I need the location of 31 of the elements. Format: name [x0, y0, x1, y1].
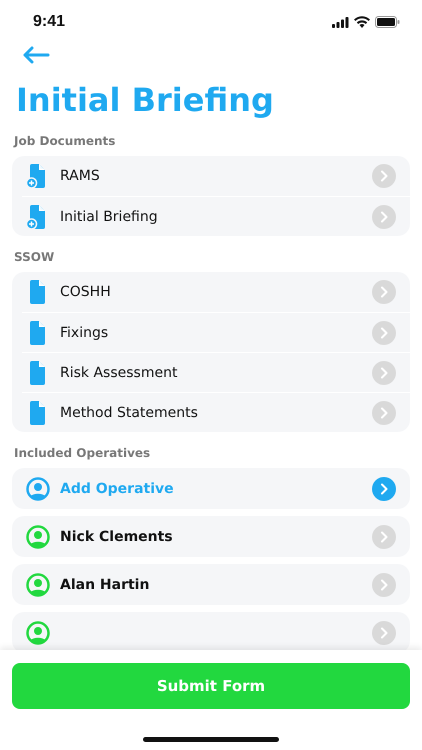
user-icon: [26, 476, 50, 500]
section-heading: Included Operatives: [14, 446, 152, 460]
list-item[interactable]: Method Statements: [22, 392, 410, 432]
status-time: 9:41: [33, 13, 66, 31]
user-icon: [26, 572, 50, 596]
chevron-icon: [372, 320, 396, 344]
battery-icon: [375, 16, 400, 28]
operative-item[interactable]: Nick Clements: [12, 516, 410, 557]
list-item[interactable]: RAMS: [12, 156, 410, 196]
list-item[interactable]: Initial Briefing: [22, 196, 410, 236]
list-item[interactable]: Risk Assessment: [22, 352, 410, 392]
operative-item[interactable]: Alan Hartin: [12, 564, 410, 605]
page-title: Initial Briefing: [16, 80, 275, 120]
list-item[interactable]: Fixings: [22, 312, 410, 352]
chevron-icon: [372, 476, 396, 500]
chevron-icon: [372, 360, 396, 384]
chevron-icon: [372, 204, 396, 228]
list-item[interactable]: COSHH: [12, 272, 410, 312]
chevron-icon: [372, 524, 396, 548]
chevron-icon: [372, 620, 396, 644]
section-heading: SSOW: [14, 250, 56, 264]
signal-icon: [332, 16, 349, 28]
section-heading: Job Documents: [14, 134, 116, 148]
chevron-icon: [372, 572, 396, 596]
user-icon: [26, 620, 50, 644]
chevron-icon: [372, 400, 396, 424]
back-button[interactable]: [22, 46, 50, 64]
user-icon: [26, 524, 50, 548]
chevron-icon: [372, 280, 396, 304]
wifi-icon: [354, 16, 370, 28]
chevron-icon: [372, 164, 396, 188]
